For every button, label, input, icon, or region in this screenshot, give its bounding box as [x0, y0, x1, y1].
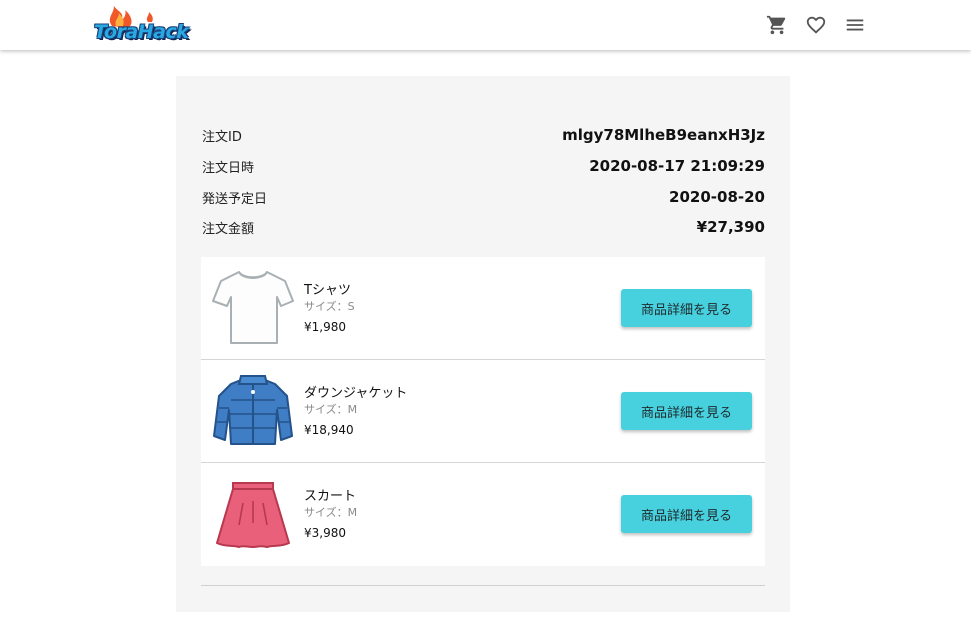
logo-text: ToraHack [94, 21, 189, 43]
ship-date-row: 発送予定日 2020-08-20 [202, 186, 765, 208]
item-size: サイズ：M [304, 506, 358, 519]
order-id-value: mlgy78MlheB9eanxH3Jz [562, 126, 765, 144]
divider [201, 585, 765, 586]
item-size: サイズ：S [304, 300, 355, 313]
ship-date-label: 発送予定日 [202, 191, 268, 207]
order-detail-panel: 注文ID mlgy78MlheB9eanxH3Jz 注文日時 2020-08-1… [176, 76, 790, 612]
down-jacket-image [211, 370, 295, 450]
order-item: ダウンジャケット サイズ：M ¥18,940 商品詳細を見る [201, 360, 765, 463]
item-price: ¥18,940 [304, 423, 354, 437]
ship-date-value: 2020-08-20 [669, 188, 765, 206]
order-item: Tシャツ サイズ：S ¥1,980 商品詳細を見る [201, 257, 765, 360]
order-item: スカート サイズ：M ¥3,980 商品詳細を見る [201, 463, 765, 566]
order-total-label: 注文金額 [202, 221, 255, 237]
order-item-list: Tシャツ サイズ：S ¥1,980 商品詳細を見る ダウンジャケット サイズ：M… [201, 257, 765, 566]
view-product-detail-button[interactable]: 商品詳細を見る [621, 392, 752, 430]
item-price: ¥3,980 [304, 526, 346, 540]
view-product-detail-button[interactable]: 商品詳細を見る [621, 495, 752, 533]
order-total-row: 注文金額 ¥27,390 [202, 216, 765, 238]
item-name: ダウンジャケット [304, 386, 408, 401]
order-id-label: 注文ID [202, 129, 242, 145]
tshirt-image [211, 267, 295, 347]
torahack-logo[interactable]: ToraHack [92, 4, 196, 46]
app-header: ToraHack [0, 0, 971, 50]
order-date-label: 注文日時 [202, 160, 255, 176]
item-price: ¥1,980 [304, 320, 346, 334]
cart-icon[interactable] [766, 14, 788, 36]
view-product-detail-button[interactable]: 商品詳細を見る [621, 289, 752, 327]
order-total-value: ¥27,390 [696, 218, 765, 236]
order-date-row: 注文日時 2020-08-17 21:09:29 [202, 155, 765, 177]
item-name: スカート [304, 489, 357, 504]
item-size: サイズ：M [304, 403, 358, 416]
order-date-value: 2020-08-17 21:09:29 [589, 157, 765, 175]
heart-icon[interactable] [805, 14, 827, 36]
skirt-image [211, 473, 295, 553]
menu-icon[interactable] [844, 14, 866, 36]
item-name: Tシャツ [304, 283, 351, 298]
order-id-row: 注文ID mlgy78MlheB9eanxH3Jz [202, 124, 765, 146]
